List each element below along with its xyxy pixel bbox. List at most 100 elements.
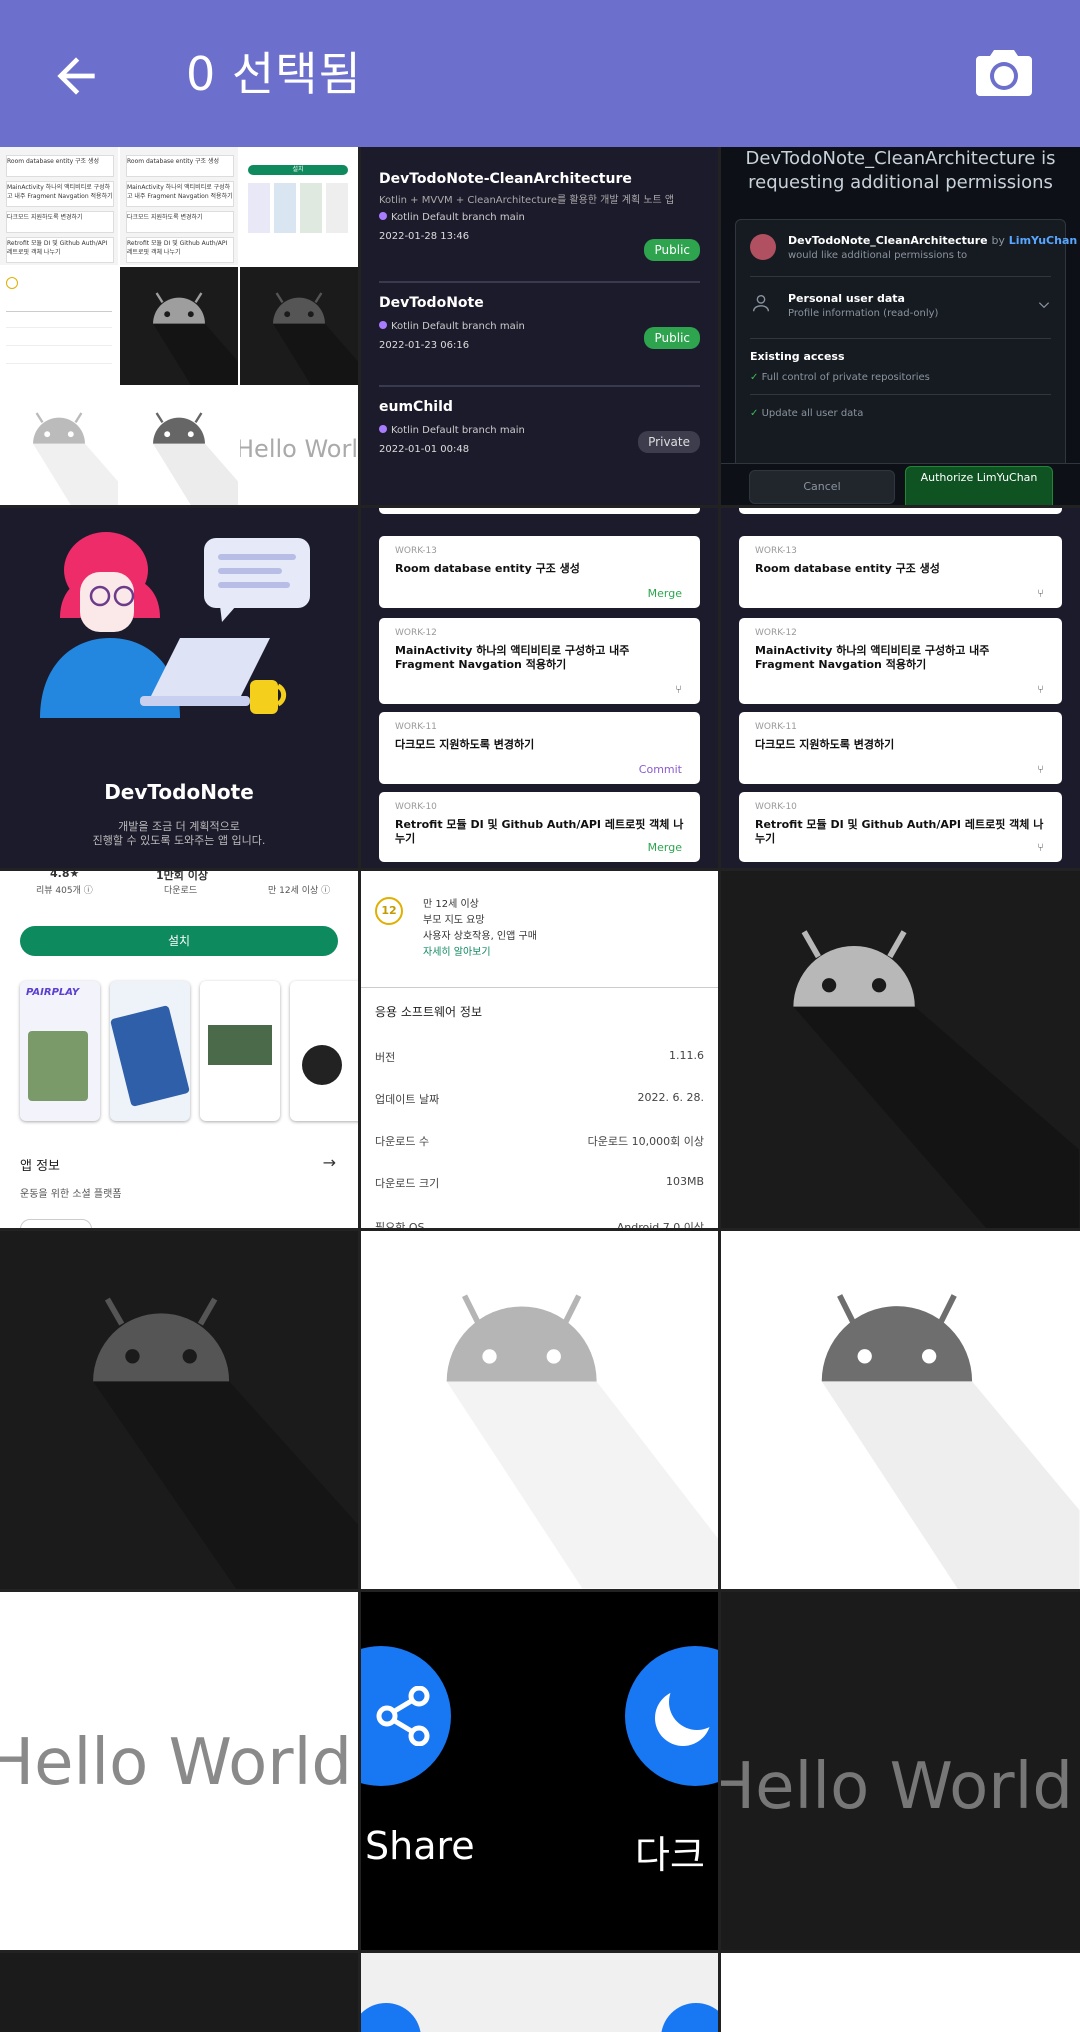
share-thumb[interactable]: Share 다크 모 <box>361 1592 718 1950</box>
branch-icon: ⑂ <box>1037 841 1044 854</box>
camera-icon[interactable] <box>974 46 1034 98</box>
thumbnail[interactable] <box>0 1953 358 2032</box>
android-logo-icon[interactable] <box>0 1231 358 1589</box>
collage-info <box>0 267 118 385</box>
mini-card: Retrofit 모듈 DI 및 Github Auth/API 레트로핏 객체… <box>6 237 114 263</box>
collage-list: Room database entity 구조 생성 MainActivity … <box>120 147 238 265</box>
screenshot-thumb: PAIRPLAY <box>20 981 100 1121</box>
mini-card: MainActivity 하나의 액티비티로 구성하고 내주 Fragment … <box>126 181 234 207</box>
private-badge: Private <box>638 431 700 453</box>
work-card-list[interactable]: WORK-13 Room database entity 구조 생성 ⑂ WORK-… <box>721 508 1080 868</box>
app-name: DevTodoNote <box>104 780 254 804</box>
work-card <box>739 508 1062 514</box>
age-title: 만 12세 이상 <box>423 899 479 910</box>
age-badge-icon: 12 <box>375 897 403 925</box>
collage-list: Room database entity 구조 생성 MainActivity … <box>0 147 118 265</box>
branch-icon: ⑂ <box>675 683 682 696</box>
public-badge: Public <box>644 327 700 349</box>
dark-mode-icon <box>625 1646 718 1786</box>
reviews: 리뷰 405개 ⓘ <box>36 886 93 896</box>
mini-card: MainActivity 하나의 액티비티로 구성하고 내주 Fragment … <box>6 181 114 207</box>
github-authorize[interactable]: DevTodoNote_CleanArchitecture is request… <box>721 147 1080 505</box>
info-value: 2022. 6. 28. <box>637 1091 704 1104</box>
chevron-down-icon[interactable] <box>1037 298 1051 312</box>
android-logo-icon[interactable] <box>721 1231 1080 1589</box>
about-title: 앱 정보 <box>20 1159 61 1174</box>
app-tagline: 진행할 수 있도록 도와주는 앱 입니다. <box>92 834 266 847</box>
share-icon <box>361 1646 451 1786</box>
app-sub: would like additional permissions to <box>788 250 968 261</box>
tag-chip[interactable] <box>20 1219 92 1228</box>
app-avatar <box>750 234 776 260</box>
mini-card: 다크모드 지원하도록 변경하기 <box>126 211 234 233</box>
work-card: WORK-13 Room database entity 구조 생성 Merge <box>379 536 700 608</box>
info-value: 다운로드 10,000회 이상 <box>587 1135 704 1148</box>
info-value: 103MB <box>665 1175 704 1188</box>
android-logo-icon[interactable] <box>721 871 1080 1228</box>
android-logo-icon <box>120 387 238 505</box>
screenshot-thumb <box>110 981 190 1121</box>
info-value: Android 7.0 이상 <box>616 1221 704 1228</box>
info-label: 필요한 OS <box>375 1221 425 1228</box>
rating: 4.8★ <box>50 871 80 880</box>
commit-icon: Commit <box>638 763 682 776</box>
info-label: 다운로드 크기 <box>375 1177 440 1190</box>
work-card: WORK-12 MainActivity 하나의 액티비티로 구성하고 내주 Fr… <box>739 618 1062 704</box>
authorize-button[interactable]: Authorize LimYuChan <box>905 466 1053 505</box>
work-card-list[interactable]: WORK-13 Room database entity 구조 생성 Merge W… <box>361 508 718 868</box>
hello-world-thumb[interactable]: Hello World <box>0 1592 358 1950</box>
play-store-listing[interactable]: 4.8★ 리뷰 405개 ⓘ 1만회 이상 다운로드 만 12세 이상 ⓘ 설치… <box>0 871 358 1228</box>
work-card <box>379 508 700 514</box>
arrow-back-icon[interactable] <box>48 48 104 104</box>
mini-card: Retrofit 모듈 DI 및 Github Auth/API 레트로핏 객체… <box>126 237 234 263</box>
hello-world-thumb[interactable]: Hello World <box>721 1592 1080 1950</box>
hello-world-thumb: Hello World <box>240 387 358 505</box>
work-card: WORK-13 Room database entity 구조 생성 ⑂ <box>739 536 1062 608</box>
devtodonote-splash[interactable]: DevTodoNote 개발을 조금 더 계획적으로 진행할 수 있도록 도와주… <box>0 508 358 868</box>
auth-header: DevTodoNote_CleanArchitecture is request… <box>745 148 1056 193</box>
repo-item: DevTodoNote Kotlin Default branch main 2… <box>379 295 700 387</box>
repo-name: DevTodoNote <box>379 295 484 311</box>
app-line: DevTodoNote_CleanArchitecture by LimYuCh… <box>788 234 1078 247</box>
info-label: 업데이트 날짜 <box>375 1093 440 1106</box>
branch-icon: ⑂ <box>1037 683 1044 696</box>
age-note: 부모 지도 요망 <box>423 915 485 926</box>
install-button[interactable]: 설치 <box>20 926 338 956</box>
dark-mode-label: 다크 모 <box>635 1833 718 1877</box>
arrow-forward-icon[interactable]: → <box>323 1153 336 1172</box>
access-item: ✓ Update all user data <box>750 408 864 419</box>
learn-more-link[interactable]: 자세히 알아보기 <box>423 943 491 958</box>
selection-count-title: 0 선택됨 <box>186 47 362 101</box>
repo-item: DevTodoNote-CleanArchitecture Kotlin + M… <box>379 171 700 283</box>
check-icon: ✓ <box>750 372 759 383</box>
thumbnail[interactable] <box>361 1953 718 2032</box>
android-logo-icon <box>0 387 118 505</box>
thumbnail-collage[interactable]: Room database entity 구조 생성 MainActivity … <box>0 147 358 505</box>
merge-icon: Merge <box>647 841 682 854</box>
access-item: ✓ Full control of private repositories <box>750 372 930 383</box>
about-desc: 운동을 위한 소셜 플랫폼 <box>20 1189 122 1200</box>
app-info-details[interactable]: 12 만 12세 이상 부모 지도 요망 사용자 상호작용, 인앱 구매 자세히… <box>361 871 718 1228</box>
existing-access: Existing access <box>750 350 845 363</box>
repo-item: eumChild Kotlin Default branch main 2022… <box>379 399 700 489</box>
android-logo-icon[interactable] <box>361 1231 718 1589</box>
info-label: 다운로드 수 <box>375 1135 430 1148</box>
mini-card: 다크모드 지원하도록 변경하기 <box>6 211 114 233</box>
android-logo-icon <box>240 267 358 385</box>
cancel-button[interactable]: Cancel <box>749 470 895 504</box>
screenshot-thumb <box>290 981 358 1121</box>
work-card: WORK-12 MainActivity 하나의 액티비티로 구성하고 내주 Fr… <box>379 618 700 704</box>
thumbnail[interactable] <box>721 1953 1080 2032</box>
mini-install-button: 설치 <box>248 165 348 175</box>
repo-name: eumChild <box>379 399 453 415</box>
android-logo-icon <box>120 267 238 385</box>
branch-icon: ⑂ <box>1037 587 1044 600</box>
downloads-label: 다운로드 <box>164 886 198 896</box>
public-badge: Public <box>644 239 700 261</box>
person-icon <box>752 294 770 312</box>
downloads: 1만회 이상 <box>156 871 208 882</box>
info-label: 버전 <box>375 1051 396 1064</box>
merge-icon: Merge <box>647 587 682 600</box>
github-repo-list[interactable]: DevTodoNote-CleanArchitecture Kotlin + M… <box>361 147 718 505</box>
mini-card: Room database entity 구조 생성 <box>6 155 114 177</box>
